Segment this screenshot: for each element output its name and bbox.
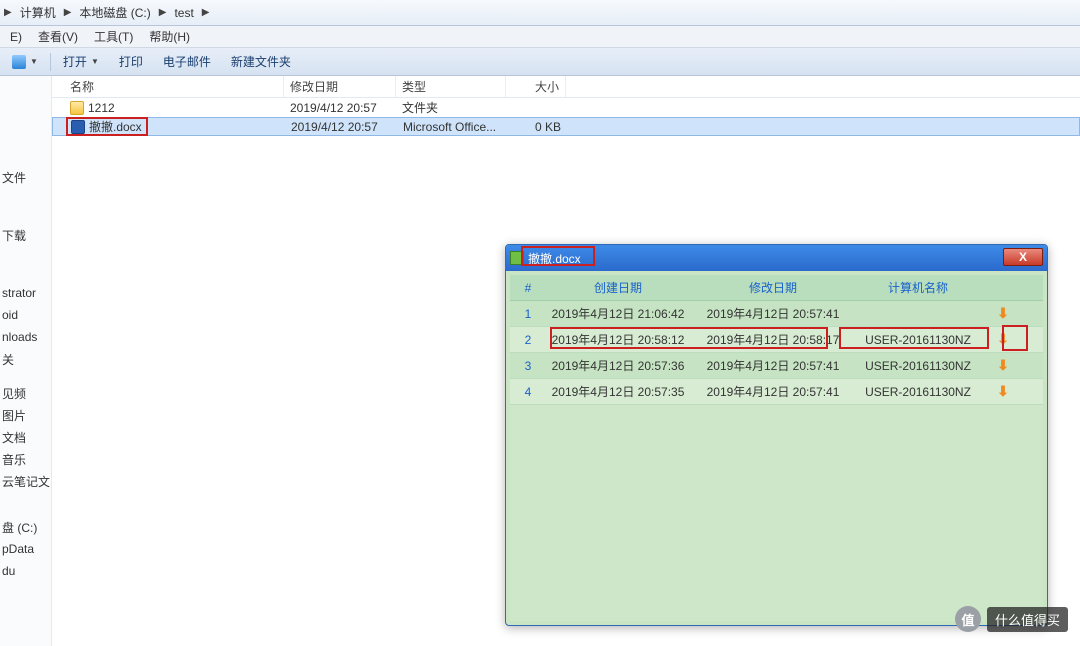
version-row[interactable]: 4 2019年4月12日 20:57:35 2019年4月12日 20:57:4… <box>510 379 1043 405</box>
version-pc: USER-20161130NZ <box>848 333 988 347</box>
chevron-down-icon: ▼ <box>30 57 38 66</box>
version-mdate: 2019年4月12日 20:58:17 <box>698 331 848 348</box>
menu-view[interactable]: 查看(V) <box>30 26 86 47</box>
version-mdate: 2019年4月12日 20:57:41 <box>698 357 848 374</box>
sidebar-item[interactable]: oid <box>0 304 51 326</box>
file-row-selected[interactable]: 撤撤.docx 2019/4/12 20:57 Microsoft Office… <box>52 117 1080 136</box>
version-mdate: 2019年4月12日 20:57:41 <box>698 383 848 400</box>
version-row[interactable]: 3 2019年4月12日 20:57:36 2019年4月12日 20:57:4… <box>510 353 1043 379</box>
folder-icon <box>70 101 84 115</box>
file-row[interactable]: 1212 2019/4/12 20:57 文件夹 <box>52 98 1080 117</box>
breadcrumb-item[interactable]: 计算机 <box>16 2 60 23</box>
toolbar: ▼ 打开 ▼ 打印 电子邮件 新建文件夹 <box>0 48 1080 76</box>
chevron-right-icon: ▶ <box>202 7 210 18</box>
sidebar-item[interactable]: 云笔记文 <box>0 470 51 492</box>
sidebar-item[interactable]: 音乐 <box>0 448 51 470</box>
sidebar-item[interactable]: 文档 <box>0 426 51 448</box>
sidebar-item[interactable]: 文件 <box>0 166 51 188</box>
watermark-text: 什么值得买 <box>987 607 1068 632</box>
version-num: 1 <box>510 307 538 321</box>
newfolder-button[interactable]: 新建文件夹 <box>221 51 301 72</box>
open-button[interactable]: 打开 ▼ <box>53 51 109 72</box>
column-header-cdate[interactable]: 创建日期 <box>538 279 698 296</box>
open-label: 打开 <box>63 53 87 70</box>
close-button[interactable]: X <box>1003 248 1043 266</box>
version-cdate: 2019年4月12日 20:57:35 <box>538 383 698 400</box>
file-size: 0 KB <box>507 120 567 134</box>
sidebar-item[interactable]: 关 <box>0 348 51 370</box>
sidebar: 文件 下载 strator oid nloads 关 见频 图片 文档 音乐 云… <box>0 76 52 646</box>
file-name: 1212 <box>88 101 115 115</box>
sidebar-item[interactable]: nloads <box>0 326 51 348</box>
file-type: Microsoft Office... <box>397 120 507 134</box>
version-pc: USER-20161130NZ <box>848 385 988 399</box>
menu-help[interactable]: 帮助(H) <box>141 26 198 47</box>
separator <box>50 53 51 71</box>
menu-edit[interactable]: E) <box>2 28 30 46</box>
menu-tools[interactable]: 工具(T) <box>86 26 141 47</box>
sidebar-item[interactable]: strator <box>0 282 51 304</box>
dialog-titlebar[interactable]: 撤撤.docx X <box>506 245 1047 271</box>
file-type: 文件夹 <box>396 99 506 116</box>
column-header-pc[interactable]: 计算机名称 <box>848 279 988 296</box>
version-cdate: 2019年4月12日 20:58:12 <box>538 331 698 348</box>
versions-header: # 创建日期 修改日期 计算机名称 <box>510 275 1043 301</box>
download-icon[interactable]: ⬇ <box>997 383 1009 400</box>
column-header-size[interactable]: 大小 <box>506 76 566 97</box>
column-header-name[interactable]: 名称 <box>52 76 284 97</box>
print-button[interactable]: 打印 <box>109 51 153 72</box>
file-date: 2019/4/12 20:57 <box>284 101 396 115</box>
dialog-body: # 创建日期 修改日期 计算机名称 1 2019年4月12日 21:06:42 … <box>510 275 1043 621</box>
sidebar-item[interactable]: 图片 <box>0 404 51 426</box>
version-num: 3 <box>510 359 538 373</box>
version-cdate: 2019年4月12日 20:57:36 <box>538 357 698 374</box>
breadcrumb-item[interactable]: 本地磁盘 (C:) <box>75 2 154 23</box>
version-row[interactable]: 1 2019年4月12日 21:06:42 2019年4月12日 20:57:4… <box>510 301 1043 327</box>
chevron-right-icon: ▶ <box>4 7 12 18</box>
version-mdate: 2019年4月12日 20:57:41 <box>698 305 848 322</box>
column-header-num[interactable]: # <box>510 281 538 295</box>
file-date: 2019/4/12 20:57 <box>285 120 397 134</box>
breadcrumb: ▶ 计算机 ▶ 本地磁盘 (C:) ▶ test ▶ <box>0 0 1080 26</box>
menubar: E) 查看(V) 工具(T) 帮助(H) <box>0 26 1080 48</box>
watermark-badge-icon: 值 <box>955 606 981 632</box>
version-row[interactable]: 2 2019年4月12日 20:58:12 2019年4月12日 20:58:1… <box>510 327 1043 353</box>
watermark: 值 什么值得买 <box>955 606 1068 632</box>
file-name: 撤撤.docx <box>89 118 142 135</box>
chevron-down-icon: ▼ <box>91 57 99 66</box>
chevron-right-icon: ▶ <box>159 7 167 18</box>
version-num: 4 <box>510 385 538 399</box>
chevron-right-icon: ▶ <box>64 7 72 18</box>
column-header-type[interactable]: 类型 <box>396 76 506 97</box>
download-icon[interactable]: ⬇ <box>997 305 1009 322</box>
sidebar-item[interactable]: 见频 <box>0 382 51 404</box>
versions-dialog: 撤撤.docx X # 创建日期 修改日期 计算机名称 1 2019年4月12日… <box>505 244 1048 626</box>
dialog-title: 撤撤.docx <box>528 250 581 267</box>
file-header: 名称 修改日期 类型 大小 <box>52 76 1080 98</box>
download-icon[interactable]: ⬇ <box>997 357 1009 374</box>
sidebar-item[interactable]: pData <box>0 538 51 560</box>
email-button[interactable]: 电子邮件 <box>153 51 221 72</box>
dialog-icon <box>510 251 524 265</box>
download-icon[interactable]: ⬇ <box>997 331 1009 348</box>
column-header-date[interactable]: 修改日期 <box>284 76 396 97</box>
organize-icon <box>12 55 26 69</box>
organize-button[interactable]: ▼ <box>2 53 48 71</box>
sidebar-item[interactable]: du <box>0 560 51 582</box>
docx-icon <box>71 120 85 134</box>
column-header-mdate[interactable]: 修改日期 <box>698 279 848 296</box>
sidebar-item[interactable]: 下载 <box>0 224 51 246</box>
version-num: 2 <box>510 333 538 347</box>
sidebar-item[interactable]: 盘 (C:) <box>0 516 51 538</box>
version-cdate: 2019年4月12日 21:06:42 <box>538 305 698 322</box>
breadcrumb-item[interactable]: test <box>170 4 197 22</box>
version-pc: USER-20161130NZ <box>848 359 988 373</box>
